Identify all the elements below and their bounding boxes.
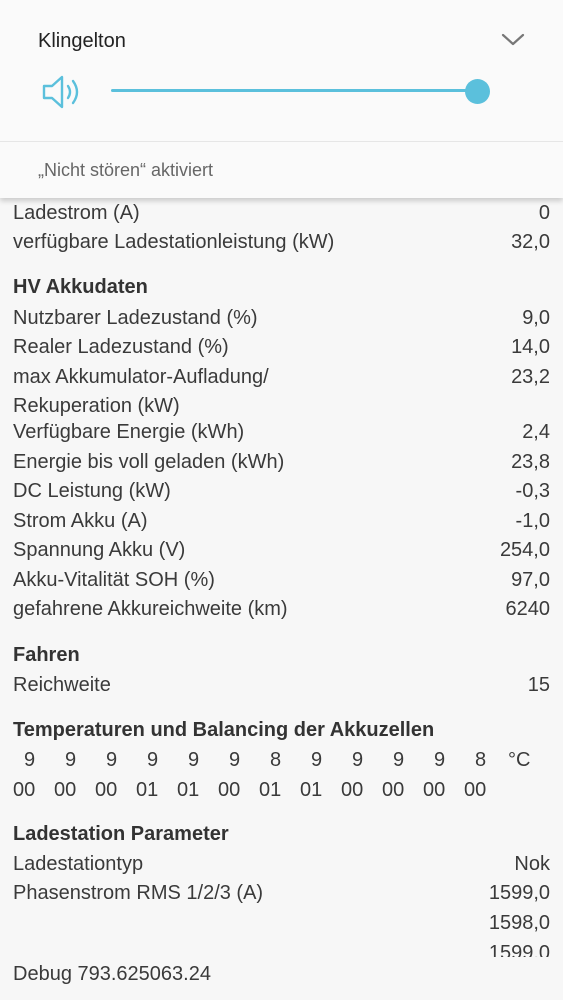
debug-text: Debug 793.625063.24 (13, 963, 211, 985)
item-label: Verfügbare Energie (kWh) (13, 421, 245, 443)
item-label: Reichweite (13, 674, 111, 696)
item-value: 9,0 (522, 307, 550, 329)
item-value: -1,0 (515, 510, 550, 532)
item-label: Nutzbarer Ladezustand (%) (13, 307, 258, 329)
cell-balancing: 00 (464, 779, 487, 801)
cell-balancing: 01 (300, 779, 323, 801)
item-label: max Akkumulator-Aufladung/ Rekuperation … (13, 363, 433, 421)
cell-temperature-row: 9 9 9 9 9 9 8 9 9 9 9 8 °C (0, 746, 563, 775)
section-title-hv-battery: HV Akkudaten (13, 276, 148, 298)
divider (0, 141, 563, 142)
cell-temperature: 9 (352, 749, 364, 771)
speaker-icon[interactable] (42, 74, 84, 110)
cell-temperature: 9 (434, 749, 446, 771)
item-value: 15 (527, 674, 550, 696)
volume-slider-thumb[interactable] (465, 79, 490, 104)
section-title-driving: Fahren (13, 644, 80, 666)
cell-balancing: 00 (218, 779, 241, 801)
cell-balancing: 00 (95, 779, 118, 801)
cell-temperature: 8 (475, 749, 487, 771)
chevron-down-icon[interactable] (500, 30, 526, 50)
volume-panel-title: Klingelton (38, 30, 126, 52)
cell-temperature: 8 (270, 749, 282, 771)
item-label-line: max Akkumulator-Aufladung/ (13, 366, 269, 388)
cell-temperature: 9 (393, 749, 405, 771)
cell-temperature: 9 (65, 749, 77, 771)
item-value: -0,3 (515, 480, 550, 502)
cell-temperature: 9 (188, 749, 200, 771)
cell-balancing: 01 (136, 779, 159, 801)
item-value: 14,0 (511, 336, 550, 358)
cell-temperature: 9 (24, 749, 36, 771)
item-label: Strom Akku (A) (13, 510, 148, 532)
item-value: 1599,0 (488, 942, 550, 957)
cell-balancing: 00 (13, 779, 36, 801)
cell-balancing: 00 (382, 779, 405, 801)
item-label: Spannung Akku (V) (13, 539, 186, 561)
cell-balancing: 00 (54, 779, 77, 801)
volume-slider-track[interactable] (111, 89, 477, 92)
item-label: Realer Ladezustand (%) (13, 336, 229, 358)
item-label-line: Rekuperation (kW) (13, 395, 180, 417)
cell-balancing: 01 (177, 779, 200, 801)
item-label: Energie bis voll geladen (kWh) (13, 451, 285, 473)
item-label: Phasenstrom RMS 1/2/3 (A) (13, 882, 264, 904)
item-label: DC Leistung (kW) (13, 480, 171, 502)
section-title-temperatures: Temperaturen und Balancing der Akkuzelle… (13, 719, 435, 741)
item-value: 97,0 (511, 569, 550, 591)
list-item: max Akkumulator-Aufladung/ Rekuperation … (13, 363, 550, 421)
item-label: Ladestrom (A) (13, 202, 140, 224)
item-value: 1598,0 (488, 912, 550, 934)
volume-panel: Klingelton „Nicht stören“ aktiviert (0, 0, 563, 198)
item-label: Ladestationtyp (13, 853, 144, 875)
item-value: 23,8 (511, 451, 550, 473)
item-label: verfügbare Ladestationleistung (kW) (13, 231, 335, 253)
cell-temperature: 9 (106, 749, 118, 771)
item-value: 6240 (505, 598, 551, 620)
item-value: 0 (538, 202, 550, 224)
item-value: 2,4 (522, 421, 550, 443)
item-value: 254,0 (499, 539, 550, 561)
cell-temperature: 9 (229, 749, 241, 771)
item-value: 23,2 (511, 366, 550, 388)
cell-balancing: 00 (423, 779, 446, 801)
item-label: gefahrene Akkureichweite (km) (13, 598, 288, 620)
item-label: Akku-Vitalität SOH (%) (13, 569, 215, 591)
section-title-charging-station: Ladestation Parameter (13, 823, 229, 845)
cell-temperature: 9 (311, 749, 323, 771)
item-value: 32,0 (511, 231, 550, 253)
item-value: 1599,0 (488, 882, 550, 904)
list-item: 1599,0 (13, 941, 550, 957)
cell-balancing: 00 (341, 779, 364, 801)
cell-balancing: 01 (259, 779, 282, 801)
cell-temperature: 9 (147, 749, 159, 771)
temperature-unit: °C (508, 749, 531, 771)
item-value: Nok (514, 853, 550, 875)
cell-balancing-row: 00 00 00 01 01 00 01 01 00 00 00 00 (0, 776, 563, 805)
dnd-status-text[interactable]: „Nicht stören“ aktiviert (38, 160, 213, 181)
